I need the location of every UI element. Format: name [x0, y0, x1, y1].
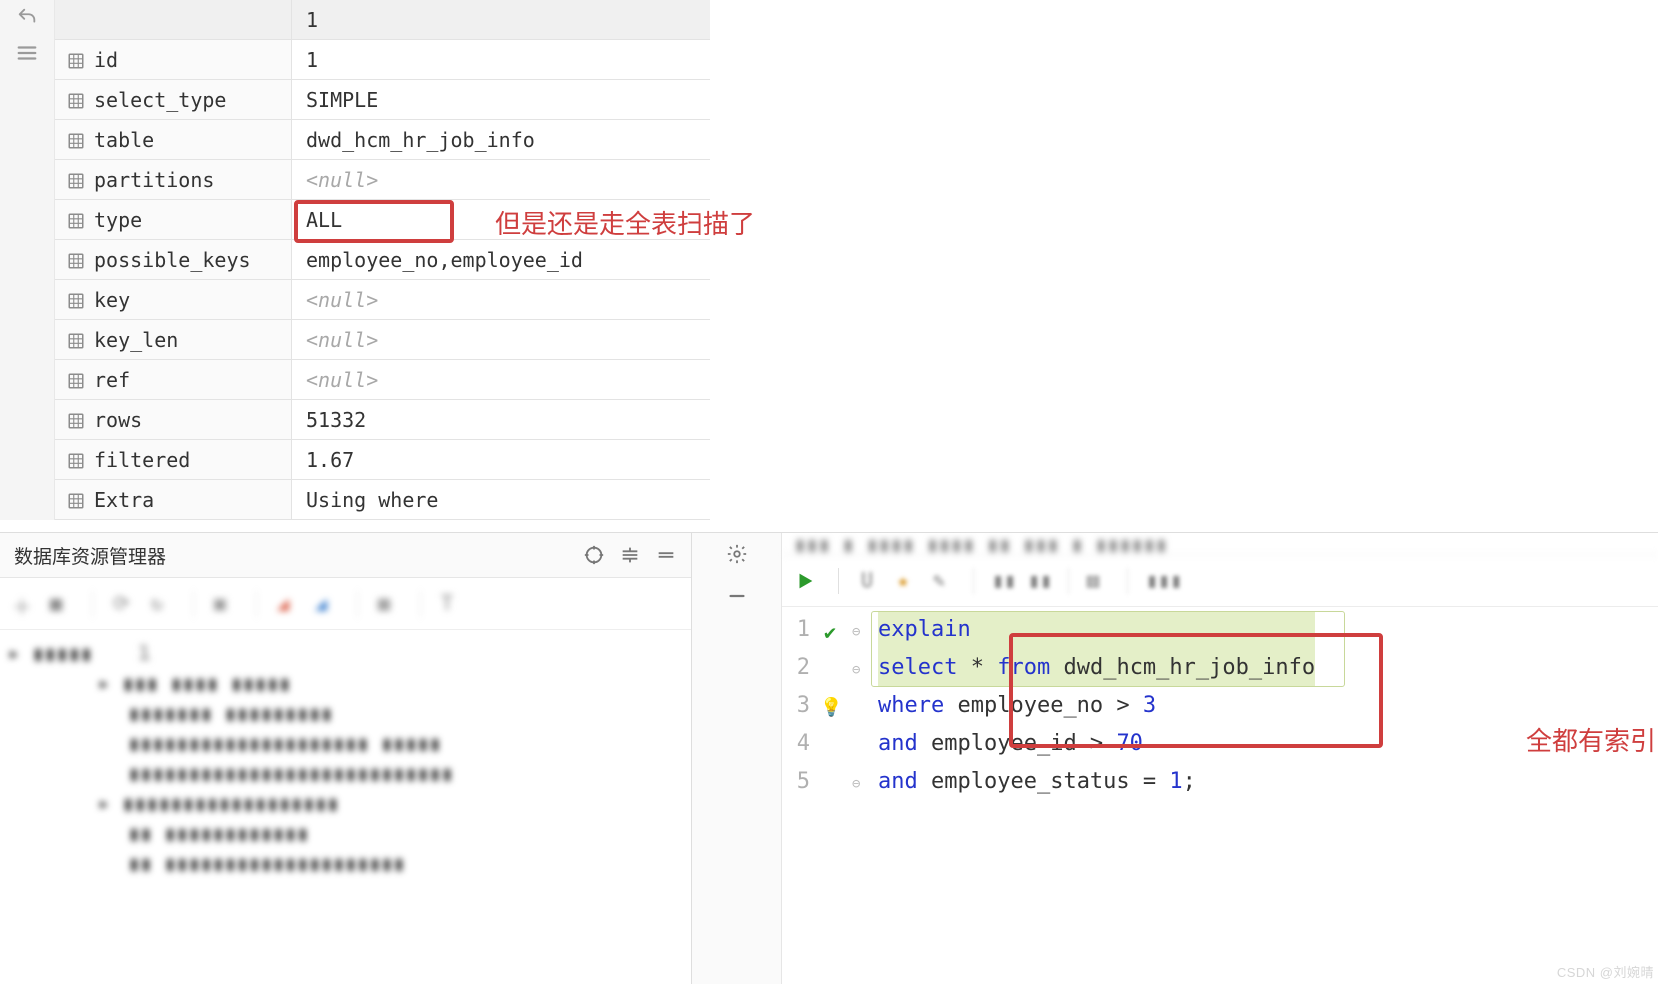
- result-row-partitions[interactable]: partitions <null>: [55, 160, 710, 200]
- column-icon: [67, 411, 85, 429]
- field-name: type: [94, 208, 142, 232]
- field-value: <null>: [292, 360, 710, 399]
- line-number: 1: [782, 611, 810, 649]
- gear-icon[interactable]: [726, 543, 748, 565]
- annotation-full-scan: 但是还是走全表扫描了: [495, 204, 755, 241]
- field-value: 51332: [292, 400, 710, 439]
- field-name: key: [94, 288, 130, 312]
- field-name: Extra: [94, 488, 154, 512]
- column-icon: [67, 51, 85, 69]
- field-name: rows: [94, 408, 142, 432]
- code-area[interactable]: 12345 ✔ 💡 ⊖ ⊖ ⊖ explainselect * from dwd…: [782, 607, 1658, 984]
- db-tree[interactable]: ▸ ▮▮▮▮▮ 1 ▸ ▮▮▮ ▮▮▮▮ ▮▮▮▮▮ ▮▮▮▮▮▮▮ ▮▮▮▮▮…: [0, 630, 691, 984]
- checkmark-icon: ✔: [824, 613, 836, 651]
- column-icon: [67, 171, 85, 189]
- code-line[interactable]: select * from dwd_hcm_hr_job_info: [878, 649, 1315, 687]
- line-number: 5: [782, 763, 810, 801]
- results-column-header[interactable]: 1: [292, 0, 710, 39]
- collapse-all-icon[interactable]: [655, 544, 677, 566]
- run-icon[interactable]: [794, 570, 816, 592]
- column-icon: [67, 251, 85, 269]
- code-line[interactable]: explain: [878, 611, 1315, 649]
- field-name: key_len: [94, 328, 178, 352]
- result-row-key_len[interactable]: key_len <null>: [55, 320, 710, 360]
- field-value: <null>: [292, 160, 710, 199]
- editor-settings-strip: [692, 533, 782, 984]
- result-row-possible_keys[interactable]: possible_keys employee_no,employee_id: [55, 240, 710, 280]
- field-value: dwd_hcm_hr_job_info: [292, 120, 710, 159]
- result-row-Extra[interactable]: Extra Using where: [55, 480, 710, 520]
- field-name: possible_keys: [94, 248, 251, 272]
- menu-icon[interactable]: [16, 42, 38, 64]
- editor-toolbar: U★✎ ▮▮▮▮ ▤ ▮▮▮: [782, 555, 1658, 607]
- result-row-key[interactable]: key <null>: [55, 280, 710, 320]
- csdn-watermark: CSDN @刘婉晴: [1557, 962, 1654, 981]
- column-icon: [67, 451, 85, 469]
- results-header-row: 1: [55, 0, 710, 40]
- db-toolbar: ＋■ ⟳↻ ▣ ◢◢ ▦T: [0, 578, 691, 630]
- result-row-id[interactable]: id 1: [55, 40, 710, 80]
- field-value: <null>: [292, 320, 710, 359]
- left-icon-gutter: [0, 0, 55, 520]
- field-name: table: [94, 128, 154, 152]
- line-number: 3: [782, 687, 810, 725]
- result-row-table[interactable]: table dwd_hcm_hr_job_info: [55, 120, 710, 160]
- column-icon: [67, 491, 85, 509]
- field-value: 1: [292, 40, 710, 79]
- column-icon: [67, 331, 85, 349]
- result-row-ref[interactable]: ref <null>: [55, 360, 710, 400]
- column-icon: [67, 131, 85, 149]
- explain-results-panel: 1 id 1 select_type SIMPLE table dwd_hcm_hr_jo…: [55, 0, 710, 520]
- annotation-all-indexed: 全都有索引: [1526, 721, 1656, 758]
- line-number: 2: [782, 649, 810, 687]
- field-value: <null>: [292, 280, 710, 319]
- field-name: ref: [94, 368, 130, 392]
- result-row-filtered[interactable]: filtered 1.67: [55, 440, 710, 480]
- undo-icon[interactable]: [16, 6, 38, 28]
- code-line[interactable]: where employee_no > 3: [878, 687, 1315, 725]
- bulb-icon[interactable]: 💡: [820, 689, 842, 727]
- code-line[interactable]: and employee_id > 70: [878, 725, 1315, 763]
- column-icon: [67, 91, 85, 109]
- field-name: partitions: [94, 168, 214, 192]
- expand-all-icon[interactable]: [619, 544, 641, 566]
- result-row-rows[interactable]: rows 51332: [55, 400, 710, 440]
- field-name: id: [94, 48, 118, 72]
- sql-editor-panel: ▮▮▮ ▮ ▮▮▮▮ ▮▮▮▮ ▮▮ ▮▮▮ ▮ ▮▮▮▮▮▮ U★✎ ▮▮▮▮…: [782, 533, 1658, 984]
- column-icon: [67, 291, 85, 309]
- field-name: select_type: [94, 88, 226, 112]
- column-icon: [67, 371, 85, 389]
- line-number: 4: [782, 725, 810, 763]
- minus-icon[interactable]: [726, 585, 748, 607]
- column-icon: [67, 211, 85, 229]
- database-explorer-panel: 数据库资源管理器 ＋■ ⟳↻ ▣ ◢◢ ▦T ▸ ▮▮▮▮▮ 1 ▸ ▮▮▮ ▮…: [0, 533, 692, 984]
- result-row-select_type[interactable]: select_type SIMPLE: [55, 80, 710, 120]
- code-line[interactable]: and employee_status = 1;: [878, 763, 1315, 801]
- field-name: filtered: [94, 448, 190, 472]
- field-value: Using where: [292, 480, 710, 519]
- db-explorer-title: 数据库资源管理器: [14, 542, 166, 569]
- editor-hidden-toolbar: ▮▮▮ ▮ ▮▮▮▮ ▮▮▮▮ ▮▮ ▮▮▮ ▮ ▮▮▮▮▮▮: [782, 533, 1658, 555]
- field-value: employee_no,employee_id: [292, 240, 710, 279]
- field-value: SIMPLE: [292, 80, 710, 119]
- target-icon[interactable]: [583, 544, 605, 566]
- field-value: 1.67: [292, 440, 710, 479]
